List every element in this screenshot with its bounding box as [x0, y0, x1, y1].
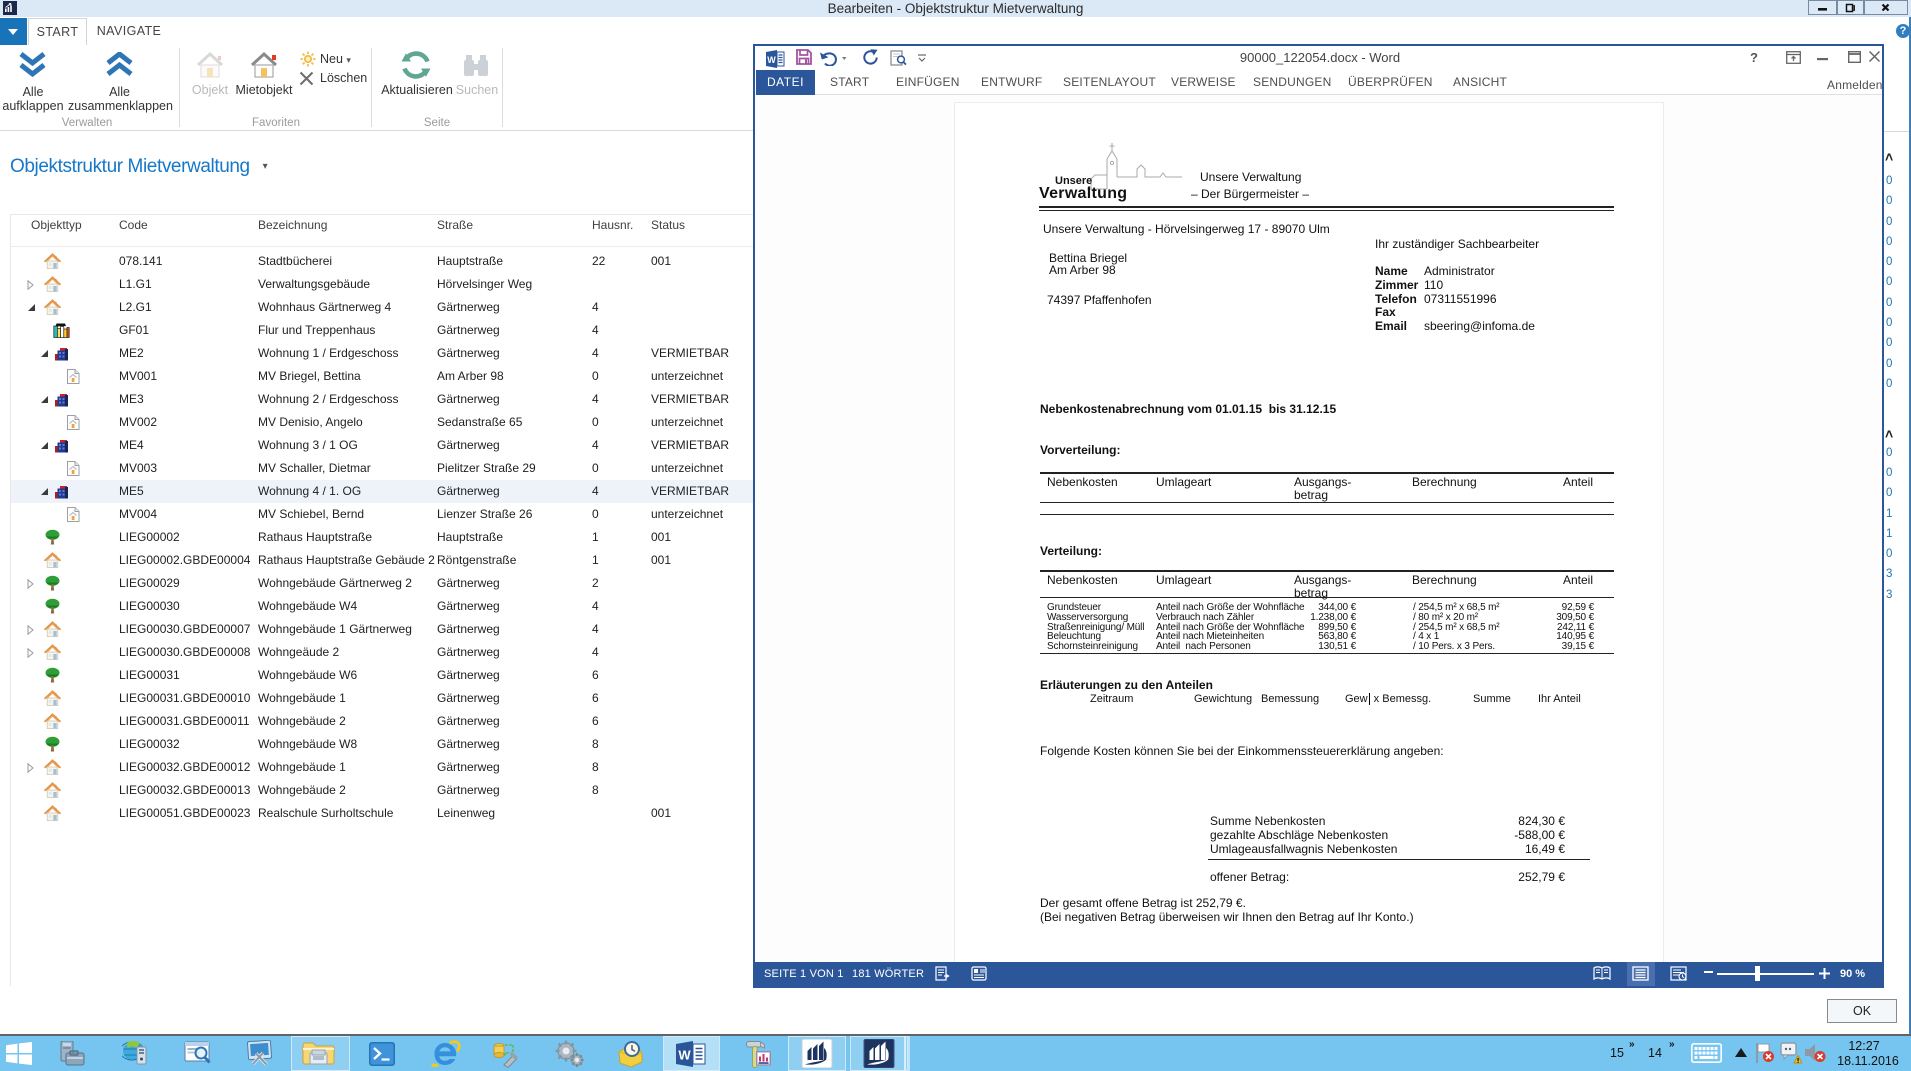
svg-text:W: W [678, 1048, 691, 1063]
svg-text:W: W [767, 55, 776, 65]
